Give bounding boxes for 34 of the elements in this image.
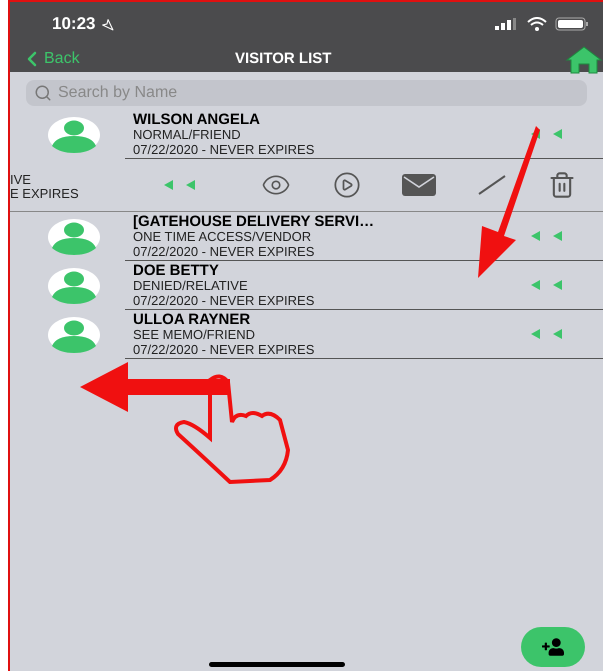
wifi-icon <box>527 17 547 31</box>
avatar-icon <box>48 116 100 152</box>
mail-icon[interactable] <box>402 174 436 196</box>
visitor-type: IVE <box>10 173 32 187</box>
visitor-validity: E EXPIRES <box>10 187 80 201</box>
avatar-icon <box>48 268 100 304</box>
visitor-name: ULLOA RAYNER <box>133 312 252 326</box>
visitor-validity: 07/22/2020 - NEVER EXPIRES <box>133 342 316 356</box>
visitor-type: ONE TIME ACCESS/VENDOR <box>133 228 312 244</box>
search-field[interactable]: Search by Name <box>26 80 587 106</box>
avatar-icon <box>48 316 100 352</box>
back-button[interactable]: Back <box>10 47 80 71</box>
battery-icon <box>555 17 589 31</box>
status-time: 10:23 <box>52 13 96 36</box>
visitor-type: NORMAL/FRIEND <box>133 126 242 142</box>
pencil-icon[interactable] <box>478 175 506 195</box>
visitor-validity: 07/22/2020 - NEVER EXPIRES <box>133 142 316 156</box>
signal-icon <box>495 18 517 30</box>
location-icon <box>101 18 114 30</box>
home-icon[interactable] <box>565 46 603 74</box>
visitor-validity: 07/22/2020 - NEVER EXPIRES <box>133 292 316 308</box>
add-visitor-button[interactable] <box>521 627 585 667</box>
visitor-type: DENIED/RELATIVE <box>133 278 249 292</box>
visitor-name: [GATEHOUSE DELIVERY SERVI… <box>133 214 376 228</box>
visitor-name: WILSON ANGELA <box>133 112 261 126</box>
add-person-icon <box>542 636 564 658</box>
page-title: VISITOR LIST <box>235 48 332 69</box>
visitor-type: SEE MEMO/FRIEND <box>133 326 256 342</box>
search-icon <box>34 84 52 102</box>
avatar-icon <box>48 218 100 254</box>
visitor-validity: 07/22/2020 - NEVER EXPIRES <box>133 244 316 258</box>
play-icon[interactable] <box>332 171 361 199</box>
trash-icon[interactable] <box>548 171 576 199</box>
visitor-name: DOE BETTY <box>133 262 220 278</box>
